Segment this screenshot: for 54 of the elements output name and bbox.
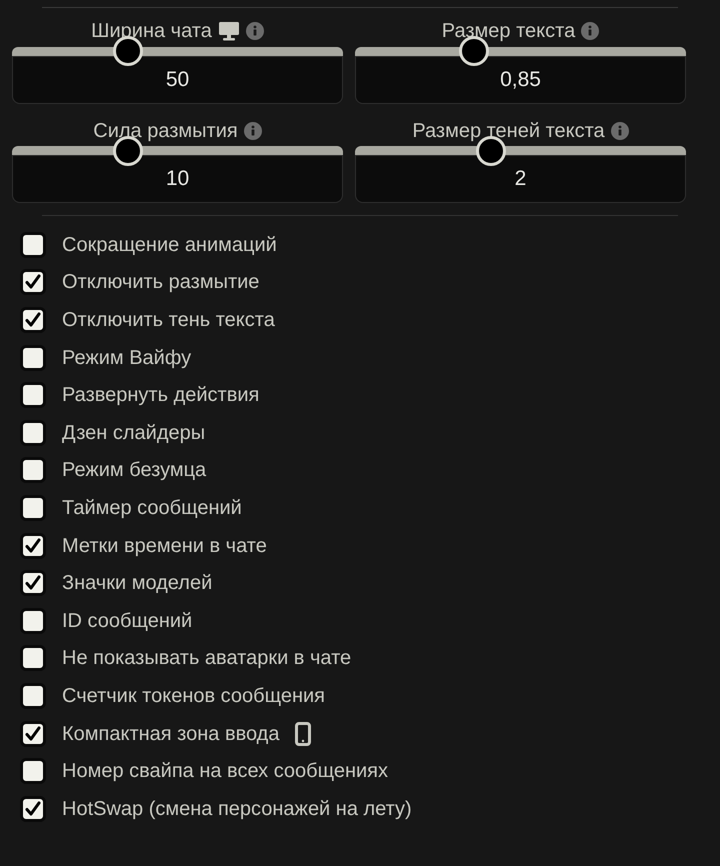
option-label: Режим безумца xyxy=(62,458,206,484)
info-icon xyxy=(610,122,629,140)
option-label: Метки времени в чате xyxy=(62,534,267,559)
checkbox[interactable] xyxy=(20,232,46,258)
check-icon xyxy=(25,274,41,290)
check-icon xyxy=(25,575,41,592)
slider-thumb[interactable] xyxy=(112,136,143,166)
checkbox[interactable] xyxy=(20,608,46,634)
check-icon xyxy=(25,312,41,328)
option-label: Режим Вайфу xyxy=(62,346,192,371)
checkbox[interactable] xyxy=(20,570,46,596)
slider-label: Сила размытия xyxy=(93,118,238,144)
checkbox[interactable] xyxy=(20,457,46,484)
option-label: Номер свайпа на всех сообщениях xyxy=(62,759,388,784)
option-label: Развернуть действия xyxy=(62,383,260,408)
check-icon xyxy=(25,726,41,742)
slider-thumb[interactable] xyxy=(112,36,143,66)
option-label: Отключить размытие xyxy=(62,270,260,296)
option-label: Счетчик токенов сообщения xyxy=(62,684,325,709)
checkbox[interactable] xyxy=(20,682,46,709)
option-label: Отключить тень текста xyxy=(62,308,275,333)
slider-label: Размер теней текста xyxy=(412,118,605,144)
info-icon xyxy=(244,122,262,140)
checkbox[interactable] xyxy=(20,344,46,371)
value-field[interactable]: 2 xyxy=(355,155,686,203)
option-label: Дзен слайдеры xyxy=(62,420,206,446)
checkbox[interactable] xyxy=(20,306,46,333)
checkbox[interactable] xyxy=(20,532,46,559)
option-label: Значки моделей xyxy=(62,571,212,596)
value-field[interactable]: 0,85 xyxy=(355,56,686,104)
check-icon xyxy=(25,800,41,817)
option-label: Не показывать аватарки в чате xyxy=(62,646,352,672)
checkbox[interactable] xyxy=(20,494,46,521)
option-label: Таймер сообщений xyxy=(62,496,242,521)
phone-icon xyxy=(295,722,312,746)
checkbox[interactable] xyxy=(20,645,46,672)
checkbox[interactable] xyxy=(20,720,46,747)
slider-label: Ширина чата xyxy=(91,19,212,44)
info-icon xyxy=(581,22,600,40)
value-field[interactable]: 10 xyxy=(12,155,343,203)
checkbox[interactable] xyxy=(20,796,46,822)
check-icon xyxy=(25,538,41,554)
checkbox[interactable] xyxy=(20,420,46,446)
checkbox[interactable] xyxy=(20,382,46,408)
value-field[interactable]: 50 xyxy=(12,56,343,104)
monitor-icon xyxy=(218,21,240,41)
option-label: Сокращение анимаций xyxy=(62,232,277,258)
checkbox[interactable] xyxy=(20,269,46,296)
slider-label: Размер текста xyxy=(442,19,576,44)
checkbox[interactable] xyxy=(20,758,46,784)
option-label: ID сообщений xyxy=(62,608,192,634)
option-label: HotSwap (смена персонажей на лету) xyxy=(62,796,412,822)
option-label: Компактная зона ввода xyxy=(62,722,280,747)
info-icon xyxy=(246,22,264,40)
